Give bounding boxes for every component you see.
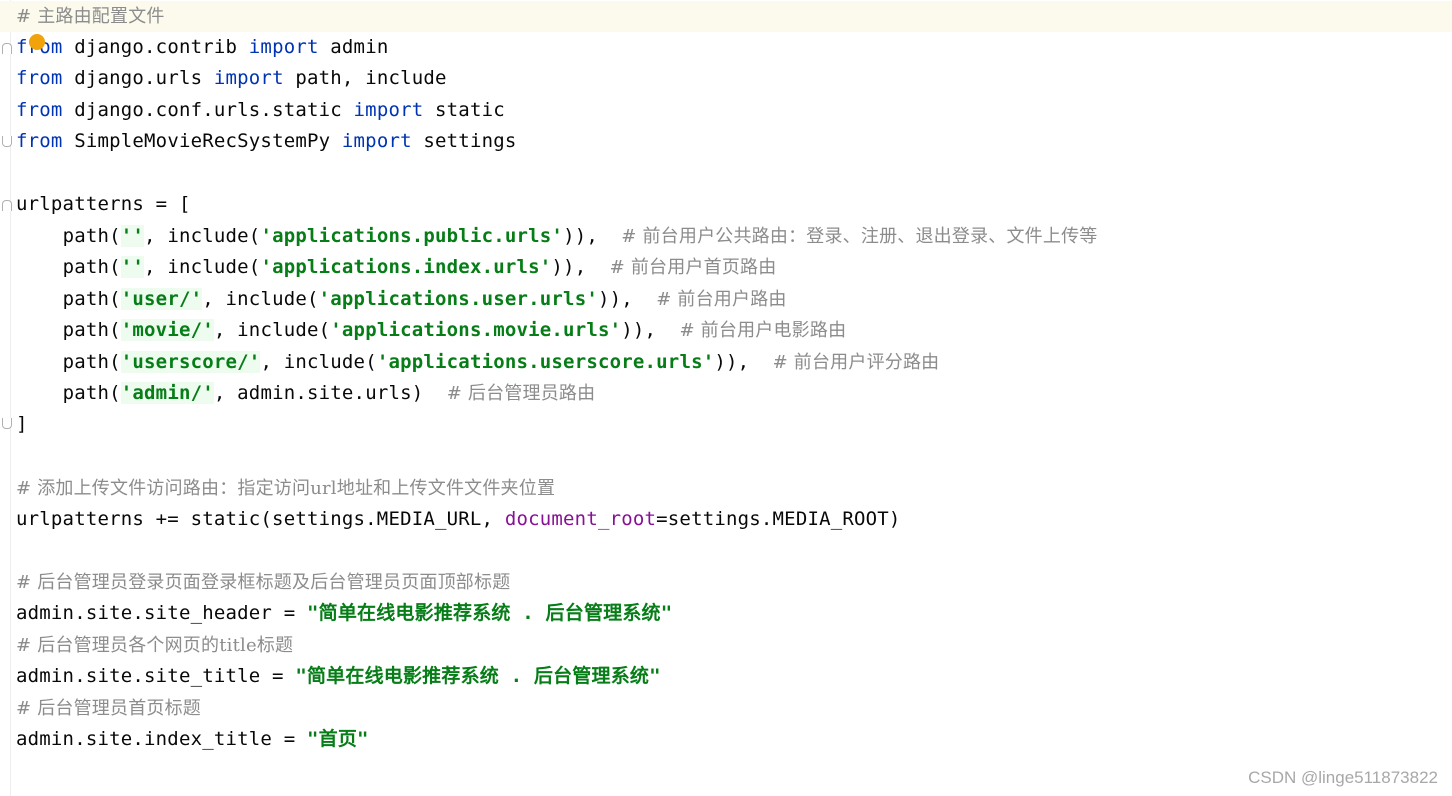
code-text: , include( — [202, 288, 319, 310]
code-text: urlpatterns += static(settings.MEDIA_URL… — [16, 508, 505, 530]
code-line-1[interactable]: # 主路由配置文件 — [0, 1, 1452, 32]
fold-toggle-icon[interactable] — [2, 136, 12, 147]
code-text: =settings.MEDIA_ROOT) — [656, 508, 901, 530]
code-line-13[interactable]: path('admin/', admin.site.urls) # 后台管理员路… — [16, 378, 595, 409]
code-line-23[interactable]: # 后台管理员首页标题 — [16, 693, 201, 724]
string-literal: 'applications.index.urls' — [260, 256, 552, 278]
code-text: path( — [62, 256, 121, 278]
code-text: , include( — [260, 351, 377, 373]
comment: # 前台用户路由 — [656, 289, 787, 310]
string-literal: "简单在线电影推荐系统 . 后台管理系统" — [306, 602, 673, 624]
comment: # 后台管理员登录页面登录框标题及后台管理员页面顶部标题 — [16, 572, 511, 593]
keyword: import — [341, 130, 412, 152]
code-line-19[interactable]: # 后台管理员登录页面登录框标题及后台管理员页面顶部标题 — [16, 567, 510, 598]
module-name: django.urls — [74, 67, 203, 89]
code-text: , include( — [213, 319, 331, 341]
string-literal: 'applications.user.urls' — [318, 288, 598, 310]
code-text: )), — [621, 319, 657, 341]
string-literal: "首页" — [306, 728, 369, 750]
code-line-17[interactable]: urlpatterns += static(settings.MEDIA_URL… — [16, 504, 901, 535]
code-text: admin.site.site_title = — [16, 665, 296, 687]
module-name: django.conf.urls.static — [74, 99, 342, 121]
code-text: path( — [62, 382, 121, 404]
string-literal: 'user/' — [120, 288, 203, 310]
string-literal: "简单在线电影推荐系统 . 后台管理系统" — [295, 665, 661, 687]
comment: # 前台用户公共路由：登录、注册、退出登录、文件上传等 — [621, 226, 1098, 247]
code-line-11[interactable]: path('movie/', include('applications.mov… — [16, 315, 846, 346]
string-literal: 'admin/' — [120, 382, 214, 404]
fold-toggle-icon[interactable] — [2, 200, 12, 211]
string-literal: '' — [120, 225, 145, 247]
code-text: , admin.site.urls) — [213, 382, 424, 404]
code-line-9[interactable]: path('', include('applications.index.url… — [16, 252, 776, 283]
string-literal: 'movie/' — [120, 319, 214, 341]
keyword: from — [16, 130, 63, 152]
module-name: SimpleMovieRecSystemPy — [74, 130, 331, 152]
code-line-21[interactable]: # 后台管理员各个网页的title标题 — [16, 630, 293, 661]
code-text: , include( — [144, 225, 261, 247]
keyword: from — [16, 99, 63, 121]
comment: # 前台用户电影路由 — [679, 320, 847, 341]
code-text: urlpatterns = [ — [16, 193, 191, 215]
keyword: import — [248, 36, 319, 58]
code-editor[interactable]: # 主路由配置文件 from django.contrib import adm… — [0, 0, 1452, 796]
string-literal: 'applications.movie.urls' — [330, 319, 622, 341]
code-line-5[interactable]: from SimpleMovieRecSystemPy import setti… — [16, 126, 517, 157]
code-text: )), — [551, 256, 587, 278]
code-line-2[interactable]: from django.contrib import admin — [16, 32, 388, 63]
string-literal: 'applications.userscore.urls' — [376, 351, 715, 373]
code-line-24[interactable]: admin.site.index_title = "首页" — [16, 724, 369, 755]
import-names: static — [435, 99, 505, 121]
code-text: path( — [62, 225, 121, 247]
comment: # 前台用户评分路由 — [772, 352, 940, 373]
comment: # 添加上传文件访问路由：指定访问url地址和上传文件文件夹位置 — [16, 478, 556, 499]
code-line-10[interactable]: path('user/', include('applications.user… — [16, 284, 787, 315]
import-names: admin — [330, 36, 389, 58]
fold-toggle-icon[interactable] — [2, 43, 12, 54]
gutter — [10, 0, 11, 796]
code-line-4[interactable]: from django.conf.urls.static import stat… — [16, 95, 505, 126]
code-text: )), — [563, 225, 598, 247]
code-text: admin.site.index_title = — [16, 728, 307, 750]
code-line-16[interactable]: # 添加上传文件访问路由：指定访问url地址和上传文件文件夹位置 — [16, 473, 555, 504]
watermark: CSDN @linge511873822 — [1248, 768, 1438, 787]
keyword: import — [353, 99, 424, 121]
fold-toggle-icon[interactable] — [2, 418, 12, 429]
string-literal: 'applications.public.urls' — [260, 225, 564, 247]
code-line-14[interactable]: ] — [16, 409, 28, 440]
module-name: django.contrib — [74, 36, 238, 58]
string-literal: '' — [120, 256, 145, 278]
code-text: path( — [62, 351, 121, 373]
keyword: import — [213, 67, 284, 89]
code-line-8[interactable]: path('', include('applications.public.ur… — [16, 221, 1097, 252]
code-text: path( — [62, 319, 121, 341]
intention-bulb-icon[interactable] — [29, 34, 45, 50]
comment: # 主路由配置文件 — [16, 6, 165, 27]
comment: # 后台管理员首页标题 — [16, 698, 202, 719]
code-text: , include( — [144, 256, 261, 278]
code-text: admin.site.site_header = — [16, 602, 307, 624]
named-param: document_root — [504, 508, 657, 530]
code-line-3[interactable]: from django.urls import path, include — [16, 63, 447, 94]
import-names: settings — [423, 130, 517, 152]
string-literal: 'userscore/' — [120, 351, 261, 373]
code-line-22[interactable]: admin.site.site_title = "简单在线电影推荐系统 . 后台… — [16, 661, 661, 692]
comment: # 后台管理员各个网页的title标题 — [16, 635, 294, 656]
comment: # 前台用户首页路由 — [609, 257, 777, 278]
code-text: )), — [714, 351, 750, 373]
code-text: )), — [597, 288, 633, 310]
code-text: path( — [62, 288, 121, 310]
code-text: ] — [16, 413, 28, 435]
code-line-7[interactable]: urlpatterns = [ — [16, 189, 191, 220]
keyword: from — [16, 67, 63, 89]
code-line-12[interactable]: path('userscore/', include('applications… — [16, 347, 939, 378]
code-line-20[interactable]: admin.site.site_header = "简单在线电影推荐系统 . 后… — [16, 598, 672, 629]
comment: # 后台管理员路由 — [446, 383, 596, 404]
import-names: path, include — [295, 67, 447, 89]
